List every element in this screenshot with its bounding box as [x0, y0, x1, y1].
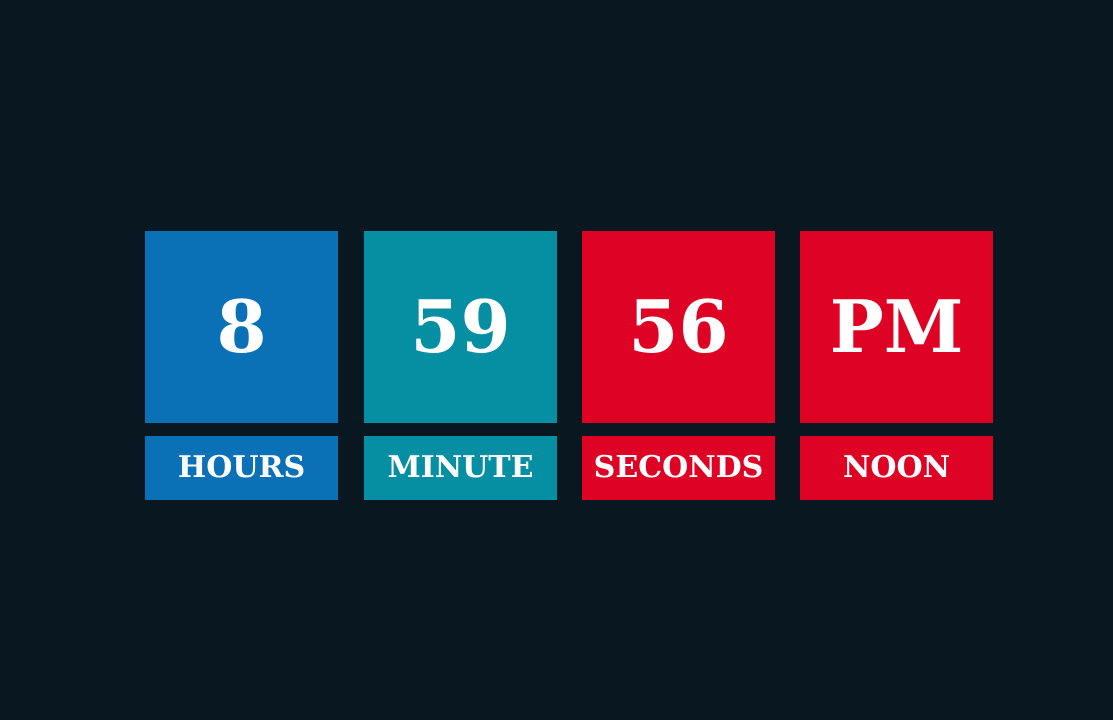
digital-clock: 8 HOURS 59 MINUTE 56 SECONDS PM NOON: [0, 0, 1113, 720]
noon-value: PM: [800, 231, 993, 423]
minute-unit: 59 MINUTE: [364, 231, 557, 500]
noon-label: NOON: [800, 436, 993, 500]
minute-label: MINUTE: [364, 436, 557, 500]
hours-value: 8: [145, 231, 338, 423]
hours-label: HOURS: [145, 436, 338, 500]
seconds-unit: 56 SECONDS: [582, 231, 775, 500]
seconds-label: SECONDS: [582, 436, 775, 500]
hours-unit: 8 HOURS: [145, 231, 338, 500]
minute-value: 59: [364, 231, 557, 423]
noon-unit: PM NOON: [800, 231, 993, 500]
seconds-value: 56: [582, 231, 775, 423]
